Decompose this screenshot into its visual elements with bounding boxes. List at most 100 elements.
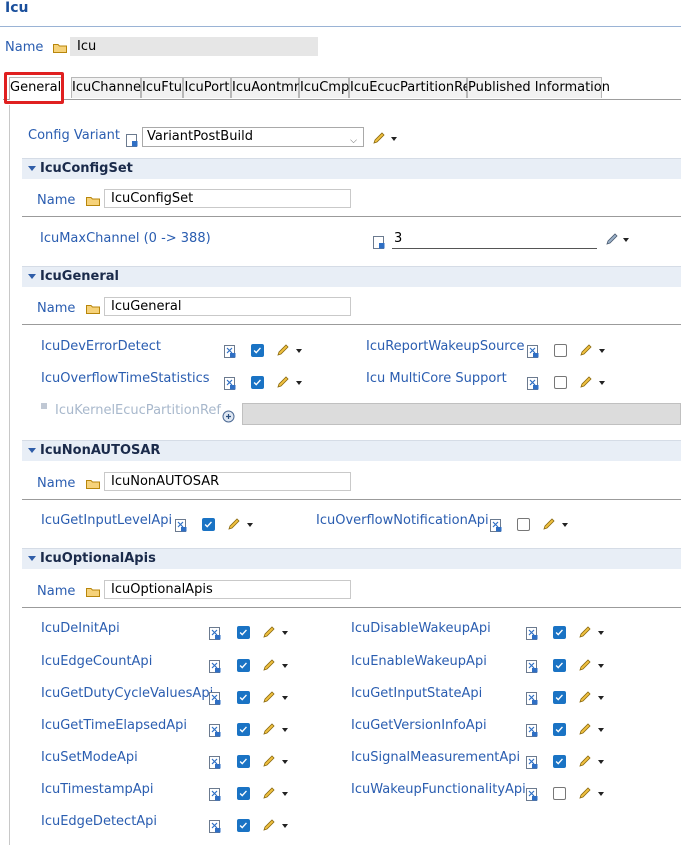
dropdown-arrow-icon[interactable] <box>598 664 604 668</box>
pencil-icon[interactable] <box>262 786 276 800</box>
checkbox[interactable] <box>517 518 530 531</box>
checkbox[interactable] <box>202 518 215 531</box>
pencil-icon[interactable] <box>578 722 592 736</box>
dropdown-arrow-icon[interactable] <box>282 664 288 668</box>
checkbox[interactable] <box>237 691 250 704</box>
tab-icucmp[interactable]: IcuCmp <box>299 77 349 98</box>
dropdown-arrow-icon[interactable] <box>282 824 288 828</box>
param-label: IcuDeInitApi <box>41 621 120 636</box>
dropdown-arrow-icon[interactable] <box>282 792 288 796</box>
dropdown-arrow-icon[interactable] <box>598 696 604 700</box>
dropdown-arrow-icon[interactable] <box>282 631 288 635</box>
general-name-field[interactable]: IcuGeneral <box>104 297 351 316</box>
checkbox[interactable] <box>553 723 566 736</box>
pencil-icon[interactable] <box>578 754 592 768</box>
dropdown-arrow-icon[interactable] <box>296 349 302 353</box>
pencil-icon[interactable] <box>578 625 592 639</box>
pencil-icon[interactable] <box>262 818 276 832</box>
checkbox[interactable] <box>554 376 567 389</box>
config-variant-select[interactable]: VariantPostBuild ⌵ <box>142 127 364 147</box>
dropdown-arrow-icon[interactable] <box>247 523 253 527</box>
checkbox[interactable] <box>553 755 566 768</box>
configset-name-field[interactable]: IcuConfigSet <box>104 189 351 208</box>
pencil-icon[interactable] <box>605 232 619 246</box>
pencil-icon[interactable] <box>372 131 386 145</box>
dropdown-arrow-icon[interactable] <box>599 381 605 385</box>
checkbox[interactable] <box>553 691 566 704</box>
pencil-icon[interactable] <box>579 343 593 357</box>
dropdown-arrow-icon[interactable] <box>282 760 288 764</box>
checkbox[interactable] <box>553 787 566 800</box>
pencil-icon[interactable] <box>262 690 276 704</box>
tab-published-information[interactable]: Published Information <box>467 77 610 98</box>
dropdown-arrow-icon[interactable] <box>391 137 397 141</box>
optionalapis-name-field[interactable]: IcuOptionalApis <box>104 580 351 599</box>
dropdown-arrow-icon[interactable] <box>562 523 568 527</box>
checkbox[interactable] <box>553 626 566 639</box>
pencil-icon[interactable] <box>262 722 276 736</box>
section-header-icuoptionalapis[interactable]: IcuOptionalApis <box>22 548 681 569</box>
tab-icuchannel[interactable]: IcuChannel <box>71 77 145 98</box>
section-header-icunonautosar[interactable]: IcuNonAUTOSAR <box>22 440 681 461</box>
checkbox[interactable] <box>237 723 250 736</box>
active-tab-highlight <box>4 72 64 104</box>
nonautosar-name-field[interactable]: IcuNonAUTOSAR <box>104 472 351 491</box>
tab-icuport[interactable]: IcuPort <box>183 77 231 98</box>
document-x-icon <box>224 377 236 390</box>
dropdown-arrow-icon[interactable] <box>282 728 288 732</box>
dropdown-arrow-icon[interactable] <box>623 238 629 242</box>
kernel-partition-ref-field[interactable] <box>242 403 681 425</box>
checkbox[interactable] <box>237 659 250 672</box>
section-header-icuconfigset[interactable]: IcuConfigSet <box>22 158 681 179</box>
dropdown-arrow-icon[interactable] <box>598 728 604 732</box>
pencil-icon[interactable] <box>276 343 290 357</box>
folder-icon <box>53 44 67 53</box>
dropdown-arrow-icon[interactable] <box>282 696 288 700</box>
checkbox[interactable] <box>554 344 567 357</box>
collapse-triangle-icon <box>28 273 36 279</box>
icumaxchannel-input[interactable]: 3 <box>392 230 597 249</box>
checkbox[interactable] <box>251 344 264 357</box>
document-x-icon <box>526 756 538 769</box>
pencil-icon[interactable] <box>227 517 241 531</box>
dropdown-arrow-icon[interactable] <box>599 349 605 353</box>
pencil-icon[interactable] <box>276 375 290 389</box>
pencil-icon[interactable] <box>262 625 276 639</box>
kernel-partition-ref-label: IcuKernelEcucPartitionRef <box>55 403 222 418</box>
param-label: IcuReportWakeupSource <box>366 339 525 354</box>
checkbox[interactable] <box>237 755 250 768</box>
tab-icuaontmr[interactable]: IcuAontmr <box>231 77 299 98</box>
icumaxchannel-label: IcuMaxChannel (0 -> 388) <box>40 231 211 246</box>
link-icon <box>222 410 235 423</box>
document-x-icon <box>209 692 221 705</box>
checkbox[interactable] <box>237 819 250 832</box>
checkbox[interactable] <box>237 787 250 800</box>
editor-title: Icu <box>5 0 29 16</box>
divider <box>22 607 681 608</box>
param-label: IcuSignalMeasurementApi <box>351 750 521 765</box>
param-label: IcuWakeupFunctionalityApi <box>351 782 526 797</box>
icu-name-field[interactable]: Icu <box>70 37 318 56</box>
checkbox[interactable] <box>553 659 566 672</box>
section-header-icugeneral[interactable]: IcuGeneral <box>22 266 681 287</box>
tab-icuftu[interactable]: IcuFtu <box>141 77 183 98</box>
pencil-icon[interactable] <box>578 658 592 672</box>
checkbox[interactable] <box>237 626 250 639</box>
param-label: IcuGetVersionInfoApi <box>351 718 487 733</box>
document-x-icon <box>526 627 538 640</box>
pencil-icon[interactable] <box>579 375 593 389</box>
dropdown-arrow-icon[interactable] <box>598 792 604 796</box>
dropdown-arrow-icon[interactable] <box>296 381 302 385</box>
param-label: IcuGetDutyCycleValuesApi <box>41 686 214 701</box>
dropdown-arrow-icon[interactable] <box>598 631 604 635</box>
tab-icuecucpartitionref[interactable]: IcuEcucPartitionRef <box>349 77 475 98</box>
dropdown-arrow-icon[interactable] <box>598 760 604 764</box>
document-x-icon <box>175 519 187 532</box>
pencil-icon[interactable] <box>542 517 556 531</box>
pencil-icon[interactable] <box>578 786 592 800</box>
checkbox[interactable] <box>251 376 264 389</box>
param-label: IcuGetInputLevelApi <box>41 513 173 528</box>
pencil-icon[interactable] <box>262 754 276 768</box>
pencil-icon[interactable] <box>262 658 276 672</box>
pencil-icon[interactable] <box>578 690 592 704</box>
